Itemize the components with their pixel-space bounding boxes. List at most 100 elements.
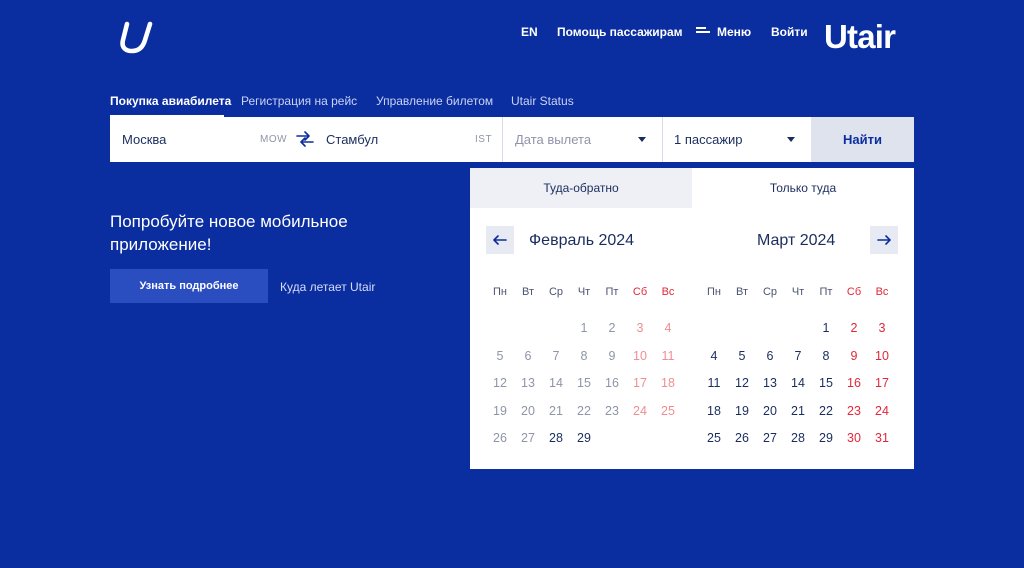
- learn-more-button[interactable]: Узнать подробнее: [110, 269, 268, 303]
- tab-round-trip[interactable]: Туда-обратно: [470, 168, 692, 208]
- weekday-label: Вс: [875, 286, 889, 298]
- calendar-day: 23: [605, 403, 619, 418]
- language-switch[interactable]: EN: [521, 25, 538, 39]
- tab-buy-ticket[interactable]: Покупка авиабилета: [110, 94, 231, 108]
- calendar-day[interactable]: 22: [814, 401, 838, 421]
- calendar-day: 25: [661, 403, 675, 418]
- calendar-day[interactable]: 21: [786, 401, 810, 421]
- calendar-day[interactable]: 16: [842, 373, 866, 393]
- calendar-day[interactable]: 18: [702, 401, 726, 421]
- calendar-day[interactable]: 6: [758, 346, 782, 366]
- calendar-day: 3: [636, 321, 644, 335]
- calendar-day[interactable]: 26: [730, 428, 754, 448]
- calendar-day[interactable]: 29: [572, 428, 596, 448]
- next-month-button[interactable]: [870, 226, 898, 254]
- arrow-left-icon: [493, 235, 507, 245]
- calendar-day[interactable]: 9: [842, 346, 866, 366]
- weekday-label: Ср: [548, 286, 564, 298]
- calendar-day: 8: [580, 348, 588, 363]
- origin-code: MOW: [260, 134, 288, 145]
- destination-field[interactable]: Стамбул: [326, 117, 378, 162]
- calendar-day[interactable]: 25: [702, 428, 726, 448]
- help-link[interactable]: Помощь пассажирам: [557, 25, 683, 39]
- calendar-day: 6: [524, 348, 532, 363]
- tab-check-in[interactable]: Регистрация на рейс: [241, 94, 357, 108]
- tab-one-way[interactable]: Только туда: [692, 168, 914, 208]
- destination-code: IST: [475, 134, 493, 145]
- find-button[interactable]: Найти: [811, 117, 914, 162]
- weekday-label: Вт: [521, 286, 534, 298]
- calendar-day[interactable]: 8: [814, 346, 838, 366]
- calendar-day: 17: [633, 376, 647, 390]
- menu-link[interactable]: Меню: [717, 25, 751, 39]
- tab-utair-status[interactable]: Utair Status: [511, 94, 574, 108]
- calendar-day[interactable]: 2: [842, 318, 866, 338]
- calendar-day: 13: [521, 376, 535, 390]
- calendar-day: 7: [552, 348, 560, 363]
- calendar-day[interactable]: 23: [842, 401, 866, 421]
- calendar-day: 27: [521, 431, 535, 445]
- calendar-day[interactable]: 4: [702, 346, 726, 366]
- weekday-label: Вт: [735, 286, 748, 298]
- calendar-day: 24: [633, 403, 647, 418]
- calendar-day[interactable]: 27: [758, 428, 782, 448]
- calendar-day: 16: [605, 376, 619, 390]
- calendar-day: 2: [608, 321, 616, 335]
- route-map-link[interactable]: Куда летает Utair: [280, 280, 375, 294]
- swap-icon[interactable]: [296, 131, 314, 147]
- weekday-label: Пт: [605, 286, 619, 298]
- calendar-day: 4: [664, 321, 672, 335]
- weekday-label: Ср: [762, 286, 778, 298]
- calendar-day: 1: [580, 321, 588, 335]
- calendar-day[interactable]: 1: [814, 318, 838, 338]
- calendar-day[interactable]: 28: [544, 428, 568, 448]
- promo-title: Попробуйте новое мобильное приложение!: [110, 212, 348, 254]
- origin-field[interactable]: Москва: [122, 117, 166, 162]
- tab-manage-booking[interactable]: Управление билетом: [376, 94, 493, 108]
- chevron-down-icon[interactable]: [638, 137, 646, 142]
- calendar-day[interactable]: 5: [730, 346, 754, 366]
- chevron-down-icon[interactable]: [787, 137, 795, 142]
- weekday-label: Чт: [577, 286, 591, 298]
- departure-date-field[interactable]: Дата вылета: [515, 117, 591, 162]
- calendar-day[interactable]: 28: [786, 428, 810, 448]
- calendar-day[interactable]: 31: [870, 428, 894, 448]
- calendar-day[interactable]: 7: [786, 346, 810, 366]
- calendar-day[interactable]: 11: [702, 373, 726, 393]
- flight-search-bar: Москва MOW Стамбул IST Дата вылета 1 пас…: [110, 117, 914, 162]
- calendar-day: 20: [521, 403, 535, 418]
- calendar-day[interactable]: 3: [870, 318, 894, 338]
- calendar-day[interactable]: 20: [758, 401, 782, 421]
- month-title-march: Март 2024: [757, 232, 836, 249]
- hamburger-icon[interactable]: [696, 27, 710, 35]
- brand-wordmark[interactable]: Utair: [824, 20, 896, 54]
- calendar-day[interactable]: 17: [870, 373, 894, 393]
- calendar-day[interactable]: 13: [758, 373, 782, 393]
- calendar-day[interactable]: 19: [730, 401, 754, 421]
- calendar-day[interactable]: 12: [730, 373, 754, 393]
- calendar-day: 19: [493, 403, 507, 418]
- weekday-label: Пт: [819, 286, 833, 298]
- weekday-label: Сб: [846, 286, 862, 298]
- weekday-label: Сб: [632, 286, 648, 298]
- weekday-label: Вс: [661, 286, 675, 298]
- calendar-day: 5: [496, 348, 504, 363]
- calendar-day: 10: [633, 348, 647, 363]
- calendar-day: 21: [549, 403, 563, 418]
- calendar-day: 9: [608, 348, 616, 363]
- login-link[interactable]: Войти: [771, 25, 808, 39]
- calendar-day[interactable]: 30: [842, 428, 866, 448]
- calendar-day[interactable]: 24: [870, 401, 894, 421]
- calendar-day[interactable]: 29: [814, 428, 838, 448]
- divider: [502, 117, 503, 162]
- calendar-day[interactable]: 14: [786, 373, 810, 393]
- calendar-day: 15: [577, 376, 591, 390]
- calendar-day[interactable]: 15: [814, 373, 838, 393]
- prev-month-button[interactable]: [486, 226, 514, 254]
- passengers-field[interactable]: 1 пассажир: [674, 117, 743, 162]
- weekday-label: Пн: [707, 286, 721, 298]
- calendar-day[interactable]: 10: [870, 346, 894, 366]
- weekday-label: Чт: [791, 286, 805, 298]
- divider: [662, 117, 663, 162]
- weekday-label: Пн: [493, 286, 507, 298]
